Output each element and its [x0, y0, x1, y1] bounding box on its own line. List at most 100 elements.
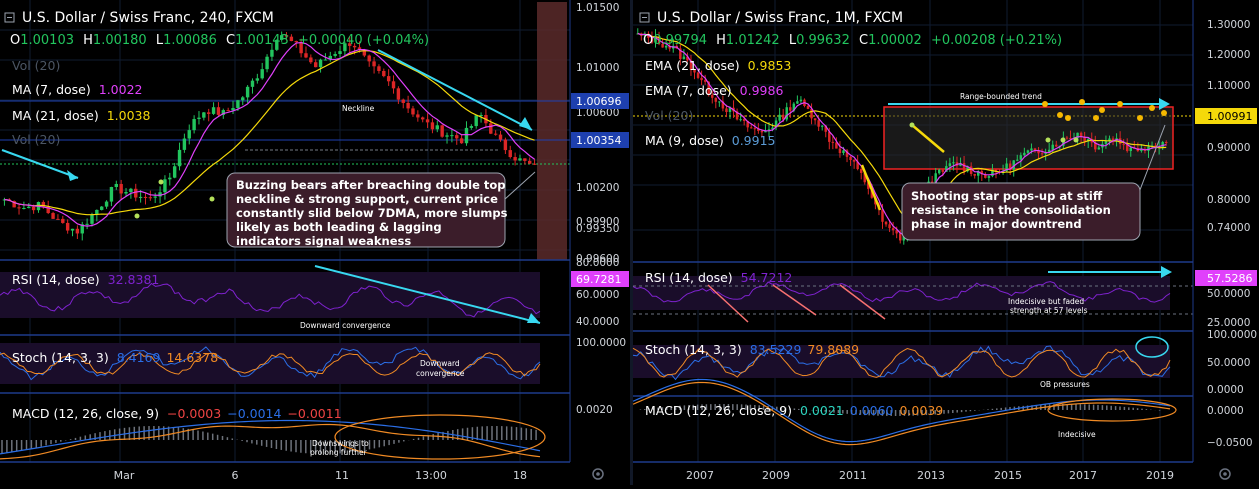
- candle-body: [51, 213, 55, 219]
- candle-body: [778, 114, 781, 121]
- candle-body: [56, 218, 60, 220]
- candle-body: [197, 117, 201, 120]
- candle-body: [523, 158, 527, 161]
- candle-body: [245, 86, 250, 98]
- left-rsi-label: RSI (14, dose) 32.8381: [12, 272, 159, 287]
- candle-body: [119, 183, 123, 194]
- pivot-dot-green: [1060, 137, 1066, 143]
- price-tag-label: 1.00991: [1207, 110, 1253, 123]
- annotation-line: phase in major downtrend: [911, 217, 1082, 231]
- candle-body: [789, 107, 792, 111]
- price-tick-label: 1.01500: [576, 2, 619, 14]
- candle-body: [333, 54, 337, 56]
- left-title: U.S. Dollar / Swiss Franc, 240, FXCM: [22, 10, 274, 26]
- price-tag-label: 1.00696: [576, 95, 622, 108]
- candle-body: [304, 53, 308, 58]
- candle-body: [216, 107, 221, 115]
- candle-body: [796, 101, 799, 104]
- candle-body: [31, 206, 36, 211]
- candle-body: [138, 196, 143, 198]
- left-stoch-note-1: Downward: [420, 359, 460, 368]
- right-chart: Range-bounded trend Shooting star pops-u…: [632, 0, 1259, 485]
- candle-body: [114, 183, 118, 187]
- candle-body: [1097, 147, 1101, 150]
- candle-body: [314, 62, 318, 68]
- price-tick-label: 0.90000: [1207, 142, 1250, 154]
- time-tick-label: 11: [335, 469, 349, 482]
- pivot-dot: [1149, 105, 1155, 111]
- candle-body: [75, 228, 80, 234]
- left-macd-note-1: Downswings to: [312, 439, 369, 448]
- candle-body: [817, 120, 820, 127]
- candle-body: [372, 61, 376, 67]
- stoch-tick-label: 100.0000: [576, 337, 626, 349]
- pivot-dot-green: [1045, 137, 1051, 143]
- rsi-tick-label: 25.0000: [1207, 317, 1250, 329]
- candle-body: [241, 97, 245, 101]
- time-tick-label: 2019: [1146, 469, 1174, 482]
- time-tick-label: Mar: [114, 469, 135, 482]
- right-rsi-note-1: Indecisive but faded: [1008, 297, 1084, 306]
- right-rsi-note-2: strength at 57 levels: [1010, 306, 1088, 315]
- price-tick-label: 0.80000: [1207, 194, 1250, 206]
- candle-body: [177, 149, 182, 167]
- candle-body: [377, 66, 381, 71]
- candle-body: [459, 138, 464, 144]
- pivot-dot: [1117, 101, 1123, 107]
- candle-body: [962, 163, 966, 172]
- candle-body: [849, 156, 852, 161]
- candle-body: [90, 214, 94, 224]
- candle-body: [881, 209, 884, 222]
- candle-body: [891, 228, 895, 231]
- price-tag-label: 1.00354: [576, 134, 622, 147]
- candle-body: [445, 135, 449, 137]
- candle-body: [1030, 148, 1033, 151]
- time-tick-label: 6: [232, 469, 239, 482]
- candle-body: [270, 49, 274, 57]
- stoch-tick-label: 50.0000: [1207, 357, 1250, 369]
- candle-body: [859, 169, 863, 173]
- candle-body: [528, 160, 532, 164]
- candle-body: [952, 162, 955, 164]
- candle-body: [1040, 153, 1044, 155]
- candle-body: [22, 207, 26, 209]
- candle-body: [85, 223, 89, 225]
- candle-body: [1122, 144, 1125, 146]
- candle-body: [406, 102, 410, 109]
- pivot-dot: [1065, 115, 1071, 121]
- candle-body: [391, 81, 396, 89]
- pivot-dot: [1137, 115, 1143, 121]
- candle-body: [1026, 150, 1030, 153]
- candle-body: [508, 150, 512, 158]
- annotation-line: indicators signal weakness: [236, 234, 411, 248]
- annotation-line: likely as both leading & lagging: [236, 220, 442, 234]
- charts-svg: Neckline Buzzing bears after breaching d…: [0, 0, 1259, 485]
- candle-body: [401, 99, 405, 103]
- right-ohlc: O0.99794 H1.01242 L0.99632 C1.00002 +0.0…: [643, 33, 1062, 48]
- candle-body: [323, 59, 328, 61]
- pivot-dot-green: [134, 213, 140, 219]
- time-tick-label: 2011: [839, 469, 867, 482]
- time-tick-label: 2017: [1069, 469, 1097, 482]
- rsi-tick-label: 50.0000: [1207, 288, 1250, 300]
- candle-body: [416, 114, 420, 118]
- candle-body: [1111, 138, 1115, 141]
- candle-body: [265, 56, 269, 70]
- candle-body: [211, 107, 216, 114]
- pivot-dot: [1093, 115, 1099, 121]
- candle-body: [852, 160, 856, 162]
- candle-body: [430, 122, 435, 130]
- candle-body: [172, 166, 177, 178]
- right-title: U.S. Dollar / Swiss Franc, 1M, FXCM: [657, 10, 903, 26]
- candle-body: [1065, 137, 1069, 139]
- candle-body: [518, 158, 522, 161]
- candle-body: [498, 134, 503, 140]
- candle-body: [753, 128, 757, 130]
- candle-body: [250, 80, 255, 87]
- pivot-dot-green: [158, 179, 164, 185]
- candle-body: [739, 119, 742, 121]
- candle-body: [192, 119, 196, 131]
- candle-body: [1023, 152, 1026, 156]
- candle-body: [489, 123, 493, 134]
- pivot-dot-green: [1073, 137, 1079, 143]
